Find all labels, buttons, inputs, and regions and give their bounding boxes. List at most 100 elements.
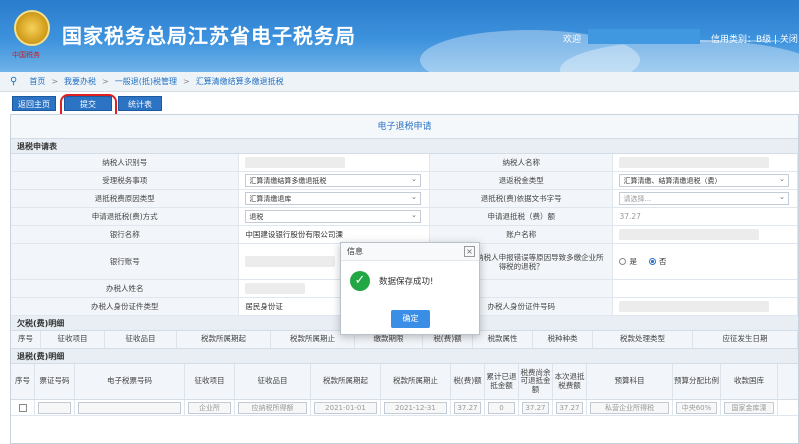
chevron-down-icon: ⌄ <box>411 193 417 201</box>
owed-col-header: 序号 <box>11 331 41 348</box>
refund-cell-value <box>78 401 181 414</box>
handler-id-type-label: 办税人身份证件类型 <box>11 298 240 315</box>
form-row: 申请退抵税(费)方式 退税 ⌄ 申请退抵税（费）额 37.27 <box>11 208 799 226</box>
bank-label: 银行名称 <box>11 226 240 243</box>
row-checkbox[interactable] <box>18 403 27 412</box>
radio-yes-label: 是 <box>629 257 637 266</box>
modal-title: 信息 <box>341 243 479 261</box>
bank-value: 中国建设银行股份有限公司溧 <box>239 226 430 243</box>
amount-label: 申请退抵税（费）额 <box>429 208 614 225</box>
success-check-icon: ✓ <box>350 271 370 291</box>
refund-col-header: 税(费)额 <box>451 364 485 399</box>
radio-no[interactable] <box>648 258 656 265</box>
radio-yes[interactable] <box>619 258 627 265</box>
method-cell: 退税 ⌄ <box>239 208 430 225</box>
account-no-label: 银行账号 <box>11 244 240 279</box>
refund-col-header: 预算科目 <box>587 364 673 399</box>
radio-no-label: 否 <box>658 257 667 266</box>
refund-reason-cell: 汇算清缴退库 ⌄ <box>239 190 430 207</box>
refund-cell: 37.27 <box>553 400 587 415</box>
refund-col-header: 征收品目 <box>235 364 311 399</box>
method-label: 申请退抵税(费)方式 <box>11 208 240 225</box>
form-row: 受理税务事项 汇算清缴结算多缴退抵税 ⌄ 退返税金类型 汇算清缴、结算清缴退税（费… <box>11 172 799 190</box>
refund-col-header: 预算分配比例 <box>673 364 721 399</box>
user-name-masked <box>588 29 700 44</box>
refund-table-row: 企业所 应纳税所得额 2021-01-01 2021-12-31 37.27 0… <box>11 400 798 416</box>
taxpayer-id-value <box>239 154 430 171</box>
back-home-button[interactable]: 返回主页 <box>12 96 56 111</box>
chevron-down-icon: ⌄ <box>779 175 786 183</box>
refund-cell-value[interactable]: 私营企业所得税 <box>590 401 669 414</box>
credit-rating-text[interactable]: 信用类别：B级 | 关闭 <box>711 32 798 45</box>
refund-cell-value: 37.27 <box>522 401 549 414</box>
refund-col-header: 累计已退抵金额 <box>485 364 519 399</box>
refund-cell-value: 37.27 <box>454 401 481 414</box>
amount-value: 37.27 <box>613 208 799 225</box>
breadcrumb: ⚲ 首页 > 我要办税 > 一般退(抵)税管理 > 汇算清缴结算多缴退抵税 <box>0 72 799 92</box>
matter-select[interactable]: 汇算清缴结算多缴退抵税 ⌄ <box>245 174 421 187</box>
panel-title: 电子退税申请 <box>11 115 798 139</box>
close-icon[interactable]: × <box>464 246 475 257</box>
site-header: 中国税务 国家税务总局江苏省电子税务局 欢迎 信用类别：B级 | 关闭 <box>0 0 799 72</box>
refund-cell-value[interactable]: 企业所 <box>188 401 231 414</box>
matter-label: 受理税务事项 <box>11 172 240 189</box>
breadcrumb-separator: > <box>102 77 109 86</box>
refund-cell: 0 <box>485 400 519 415</box>
owed-col-header: 税种种类 <box>533 331 593 348</box>
refund-reason-select[interactable]: 汇算清缴退库 ⌄ <box>245 192 421 205</box>
breadcrumb-refund-management[interactable]: 一般退(抵)税管理 <box>115 76 177 87</box>
taxpayer-name-label: 纳税人名称 <box>429 154 614 171</box>
refund-col-header: 本次退抵税费额 <box>553 364 587 399</box>
refund-col-header: 票证号码 <box>35 364 75 399</box>
doc-type-cell: 请选择... ⌄ <box>613 190 799 207</box>
tax-emblem-logo <box>14 10 50 46</box>
refund-cell-value: 0 <box>488 401 515 414</box>
taxpayer-id-label: 纳税人识别号 <box>11 154 240 171</box>
modal-message: 数据保存成功! <box>379 277 434 287</box>
doc-type-select[interactable]: 请选择... ⌄ <box>619 192 790 205</box>
question-radio-group: 是 否 <box>613 244 798 279</box>
refund-reason-select-value: 汇算清缴退库 <box>249 194 292 203</box>
doc-type-label: 退抵税(费)依据文书字号 <box>429 190 614 207</box>
handler-id-no-value <box>613 298 799 315</box>
account-name-value <box>613 226 799 243</box>
method-select-value: 退税 <box>249 212 264 221</box>
welcome-text: 欢迎 <box>563 35 582 45</box>
owed-col-header: 税款所属期起 <box>177 331 271 348</box>
refund-col-header: 电子税票号码 <box>75 364 185 399</box>
refund-col-header: 税费尚余可退抵金额 <box>519 364 553 399</box>
matter-cell: 汇算清缴结算多缴退抵税 ⌄ <box>239 172 430 189</box>
breadcrumb-tax-services[interactable]: 我要办税 <box>64 76 96 87</box>
refund-cell-value: 国家金库溧 <box>724 401 774 414</box>
refund-cell <box>35 400 75 415</box>
breadcrumb-current: 汇算清缴结算多缴退抵税 <box>195 77 284 86</box>
refund-cell: 2021-01-01 <box>311 400 381 415</box>
refund-col-header: 收款国库 <box>721 364 778 399</box>
refund-col-header: 序号 <box>11 364 35 399</box>
chevron-down-icon: ⌄ <box>779 193 786 201</box>
refund-cell: 37.27 <box>519 400 553 415</box>
section-refund-form: 退税申请表 <box>11 139 798 154</box>
blank-value <box>613 280 799 297</box>
form-row: 纳税人识别号 纳税人名称 <box>11 154 799 172</box>
matter-select-value: 汇算清缴结算多缴退抵税 <box>249 176 327 185</box>
owed-col-header: 税款处理类型 <box>593 331 693 348</box>
refund-type-select[interactable]: 汇算清缴、结算清缴退税（费） ⌄ <box>619 174 790 187</box>
stats-button[interactable]: 统计表 <box>118 96 162 111</box>
refund-cell-value: 2021-01-01 <box>314 401 377 414</box>
modal-body: ✓ 数据保存成功! <box>341 261 479 291</box>
refund-cell-value: 2021-12-31 <box>384 401 447 414</box>
refund-reason-label: 退抵税费原因类型 <box>11 190 240 207</box>
refund-cell-value[interactable]: 应纳税所得额 <box>238 401 307 414</box>
refund-cell-value[interactable]: 中央60% <box>676 401 717 414</box>
refund-cell-value: 37.27 <box>556 401 583 414</box>
location-pin-icon: ⚲ <box>10 76 18 87</box>
chevron-down-icon: ⌄ <box>411 175 417 183</box>
refund-cell-value <box>38 401 71 414</box>
refund-table-header: 序号 票证号码 电子税票号码 征收项目 征收品目 税款所属期起 税款所属期止 税… <box>11 364 798 400</box>
breadcrumb-separator: > <box>182 77 190 86</box>
breadcrumb-home[interactable]: 首页 <box>29 76 45 87</box>
modal-ok-button[interactable]: 确定 <box>391 310 430 328</box>
method-select[interactable]: 退税 ⌄ <box>245 210 421 223</box>
owed-col-header: 征收品目 <box>105 331 177 348</box>
